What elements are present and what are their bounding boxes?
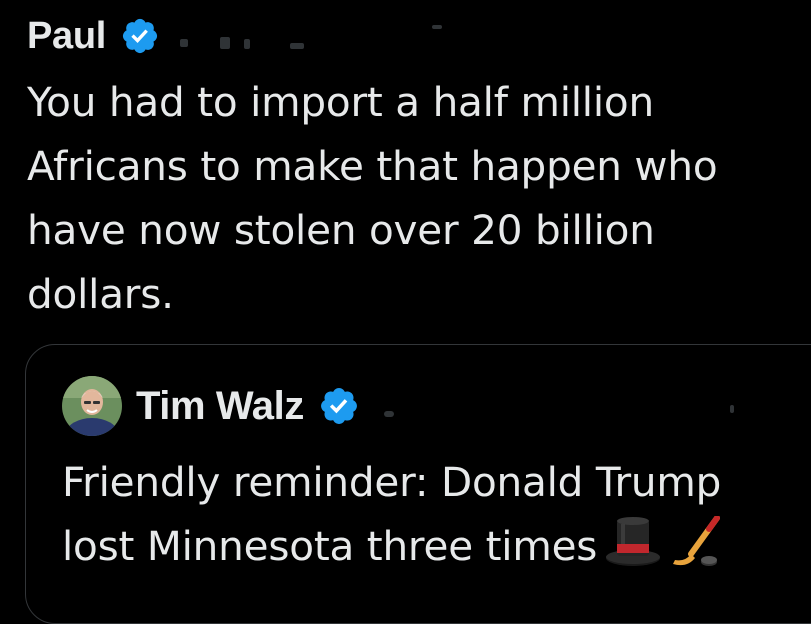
avatar[interactable] <box>62 376 122 436</box>
top-hat-icon <box>605 516 661 568</box>
quoted-tweet-header: Tim Walz <box>62 375 734 437</box>
quoted-tweet-card[interactable]: Tim Walz Friendly reminder: Donald Trump… <box>25 344 811 624</box>
tweet[interactable]: Paul You had to import a half million Af… <box>0 0 811 624</box>
author-name[interactable]: Paul <box>27 17 106 55</box>
quoted-author-name[interactable]: Tim Walz <box>136 384 304 429</box>
tweet-text: You had to import a half million African… <box>27 78 718 318</box>
hockey-stick-icon <box>669 515 725 568</box>
verified-badge-icon[interactable] <box>318 385 360 427</box>
quoted-tweet-text: Friendly reminder: Donald Trump lost Min… <box>62 450 811 578</box>
tweet-author-row: Paul <box>27 8 470 64</box>
quoted-author-handle-obscured <box>378 389 734 423</box>
verified-badge-icon[interactable] <box>120 16 160 56</box>
author-handle-obscured <box>170 19 470 53</box>
